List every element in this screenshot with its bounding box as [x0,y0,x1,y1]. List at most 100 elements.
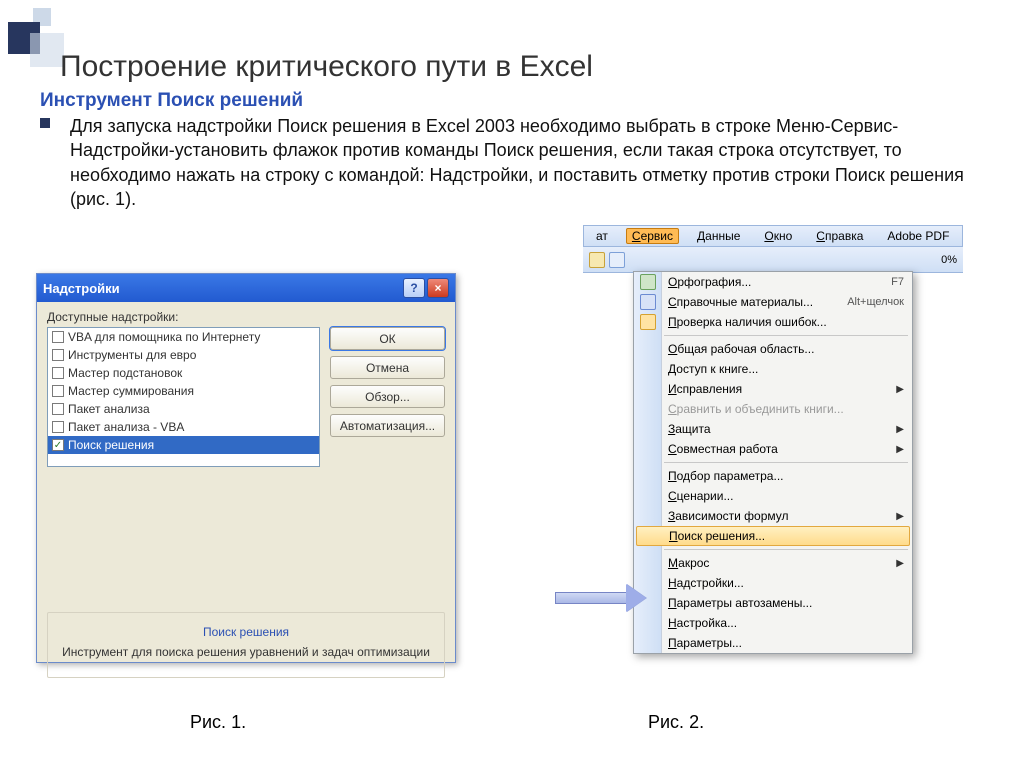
menu-help[interactable]: Справка [810,228,869,244]
service-dropdown: Орфография... F7 Справочные материалы... Al… [633,271,913,654]
submenu-arrow-icon: ▶ [896,558,904,569]
menu-separator [664,549,908,550]
menu-item[interactable]: Параметры автозамены... [634,593,912,613]
menu-item-label: Справочные материалы... [668,295,813,309]
addin-row[interactable]: Мастер суммирования [48,382,319,400]
addin-checkbox[interactable] [52,367,64,379]
menu-item[interactable]: Настройка... [634,613,912,633]
menu-item[interactable]: Справочные материалы... Alt+щелчок [634,292,912,312]
menu-item-label: Поиск решения... [669,529,765,543]
addin-checkbox[interactable] [52,421,64,433]
menu-item-label: Общая рабочая область... [668,342,814,356]
addins-listbox[interactable]: VBA для помощника по Интернету Инструмент… [47,327,320,467]
addins-dialog: Надстройки ? × Доступные надстройки: VBA… [36,273,456,663]
addin-label: Инструменты для евро [68,348,196,362]
dialog-titlebar[interactable]: Надстройки ? × [37,274,455,302]
spellcheck-icon[interactable] [609,252,625,268]
menu-item[interactable]: Поиск решения... [636,526,910,546]
excel-window: ат Сервис Данные Окно Справка Adobe PDF … [583,225,963,701]
bullet-icon [40,118,50,128]
menu-item: Сравнить и объединить книги... [634,399,912,419]
slide-subtitle: Инструмент Поиск решений [40,90,303,112]
menu-window[interactable]: Окно [758,228,798,244]
zoom-value[interactable]: 0% [941,254,957,266]
browse-button[interactable]: Обзор... [330,385,445,408]
menu-item[interactable]: Общая рабочая область... [634,339,912,359]
close-button[interactable]: × [427,278,449,298]
addin-checkbox[interactable]: ✓ [52,439,64,451]
addin-label: Поиск решения [68,438,154,452]
addin-checkbox[interactable] [52,331,64,343]
menu-item-label: Сценарии... [668,489,733,503]
menu-item[interactable]: Макрос ▶ [634,553,912,573]
menu-shortcut: F7 [891,276,904,288]
addin-row[interactable]: Пакет анализа - VBA [48,418,319,436]
addin-label: Мастер подстановок [68,366,182,380]
menu-item-label: Сравнить и объединить книги... [668,402,844,416]
menu-item[interactable]: Параметры... [634,633,912,653]
addin-row[interactable]: VBA для помощника по Интернету [48,328,319,346]
toolbar: 0% [583,247,963,273]
cancel-button[interactable]: Отмена [330,356,445,379]
menu-item-label: Подбор параметра... [668,469,783,483]
addin-checkbox[interactable] [52,349,64,361]
menu-adobe-pdf[interactable]: Adobe PDF [881,228,955,244]
abc-icon [640,274,656,290]
automation-button[interactable]: Автоматизация... [330,414,445,437]
addin-description-text: Инструмент для поиска решения уравнений … [56,645,436,659]
menu-item-label: Макрос [668,556,709,570]
addin-row[interactable]: ✓ Поиск решения [48,436,319,454]
warn-icon [640,314,656,330]
menu-item[interactable]: Проверка наличия ошибок... [634,312,912,332]
addin-label: Пакет анализа - VBA [68,420,184,434]
dialog-title: Надстройки [43,281,401,296]
addin-checkbox[interactable] [52,403,64,415]
menu-separator [664,335,908,336]
addin-label: Пакет анализа [68,402,150,416]
menu-item-label: Зависимости формул [668,509,789,523]
addin-checkbox[interactable] [52,385,64,397]
addin-label: VBA для помощника по Интернету [68,330,260,344]
menu-item-label: Настройка... [668,616,737,630]
menu-item-label: Орфография... [668,275,751,289]
menu-service[interactable]: Сервис [626,228,679,244]
menu-item[interactable]: Совместная работа▶ [634,439,912,459]
submenu-arrow-icon: ▶ [896,424,904,435]
addin-row[interactable]: Пакет анализа [48,400,319,418]
menu-item[interactable]: Доступ к книге... [634,359,912,379]
available-addins-label: Доступные надстройки: [47,310,445,324]
slide-title: Построение критического пути в Excel [60,50,593,84]
menu-item[interactable]: Сценарии... [634,486,912,506]
menu-data[interactable]: Данные [691,228,746,244]
addin-row[interactable]: Инструменты для евро [48,346,319,364]
menu-separator [664,462,908,463]
book-icon [640,294,656,310]
addin-description-box: Поиск решения Инструмент для поиска реше… [47,612,445,678]
addin-row[interactable]: Мастер подстановок [48,364,319,382]
slide-corner-decor [8,8,63,63]
help-button[interactable]: ? [403,278,425,298]
menu-bar: ат Сервис Данные Окно Справка Adobe PDF [583,225,963,247]
menu-item[interactable]: Зависимости формул ▶ [634,506,912,526]
addin-label: Мастер суммирования [68,384,194,398]
menu-item[interactable]: Подбор параметра... [634,466,912,486]
menu-item[interactable]: Защита ▶ [634,419,912,439]
menu-item-label: Параметры автозамены... [668,596,812,610]
menu-item-label: Надстройки... [668,576,744,590]
menu-shortcut: Alt+щелчок [847,296,904,308]
slide-body: Для запуска надстройки Поиск решения в E… [70,114,994,211]
menu-format[interactable]: ат [590,228,614,244]
menu-item[interactable]: Надстройки... [634,573,912,593]
submenu-arrow-icon: ▶ [896,511,904,522]
figure-2-label: Рис. 2. [648,712,704,733]
menu-item-label: Доступ к книге... [668,362,758,376]
ok-button[interactable]: ОК [330,327,445,350]
menu-item[interactable]: Исправления ▶ [634,379,912,399]
menu-item-label: Параметры... [668,636,742,650]
menu-item-label: Исправления [668,382,742,396]
menu-item[interactable]: Орфография... F7 [634,272,912,292]
submenu-arrow-icon: ▶ [896,444,904,455]
menu-item-label: Защита [668,422,711,436]
toolbar-icon[interactable] [589,252,605,268]
submenu-arrow-icon: ▶ [896,384,904,395]
